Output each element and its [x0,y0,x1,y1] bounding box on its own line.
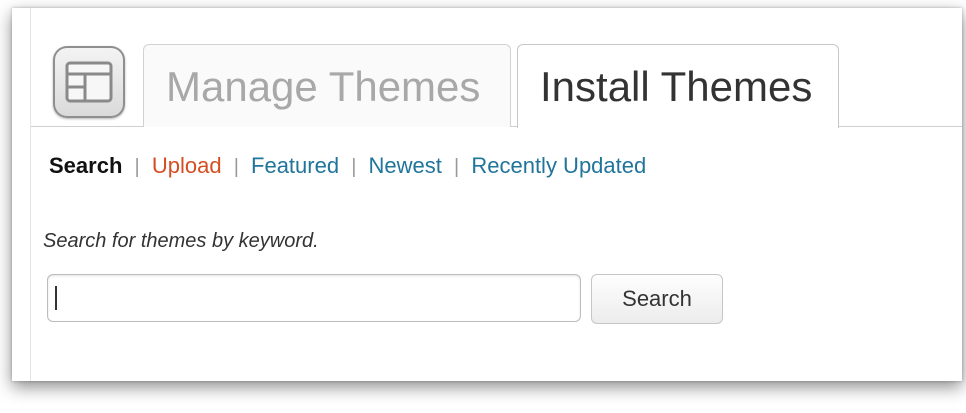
search-input[interactable] [47,274,581,322]
subnav-separator: | [134,156,140,178]
install-subnav: Search | Upload | Featured | Newest | Re… [49,153,646,179]
search-button[interactable]: Search [591,274,723,324]
subnav-separator: | [233,156,239,178]
themes-panel: Manage Themes Install Themes Search | Up… [12,8,962,381]
subnav-item-recently-updated[interactable]: Recently Updated [471,153,646,179]
search-hint: Search for themes by keyword. [43,230,319,252]
appearance-themes-icon [53,46,125,118]
subnav-item-newest[interactable]: Newest [369,153,442,179]
themes-content: Manage Themes Install Themes Search | Up… [30,8,962,381]
subnav-item-featured[interactable]: Featured [251,153,339,179]
subnav-separator: | [454,156,460,178]
subnav-item-search[interactable]: Search [49,153,122,179]
text-caret [55,286,57,310]
tab-install-themes[interactable]: Install Themes [517,44,839,128]
subnav-separator: | [351,156,357,178]
subnav-item-upload[interactable]: Upload [152,153,222,179]
tab-manage-themes[interactable]: Manage Themes [143,44,511,127]
